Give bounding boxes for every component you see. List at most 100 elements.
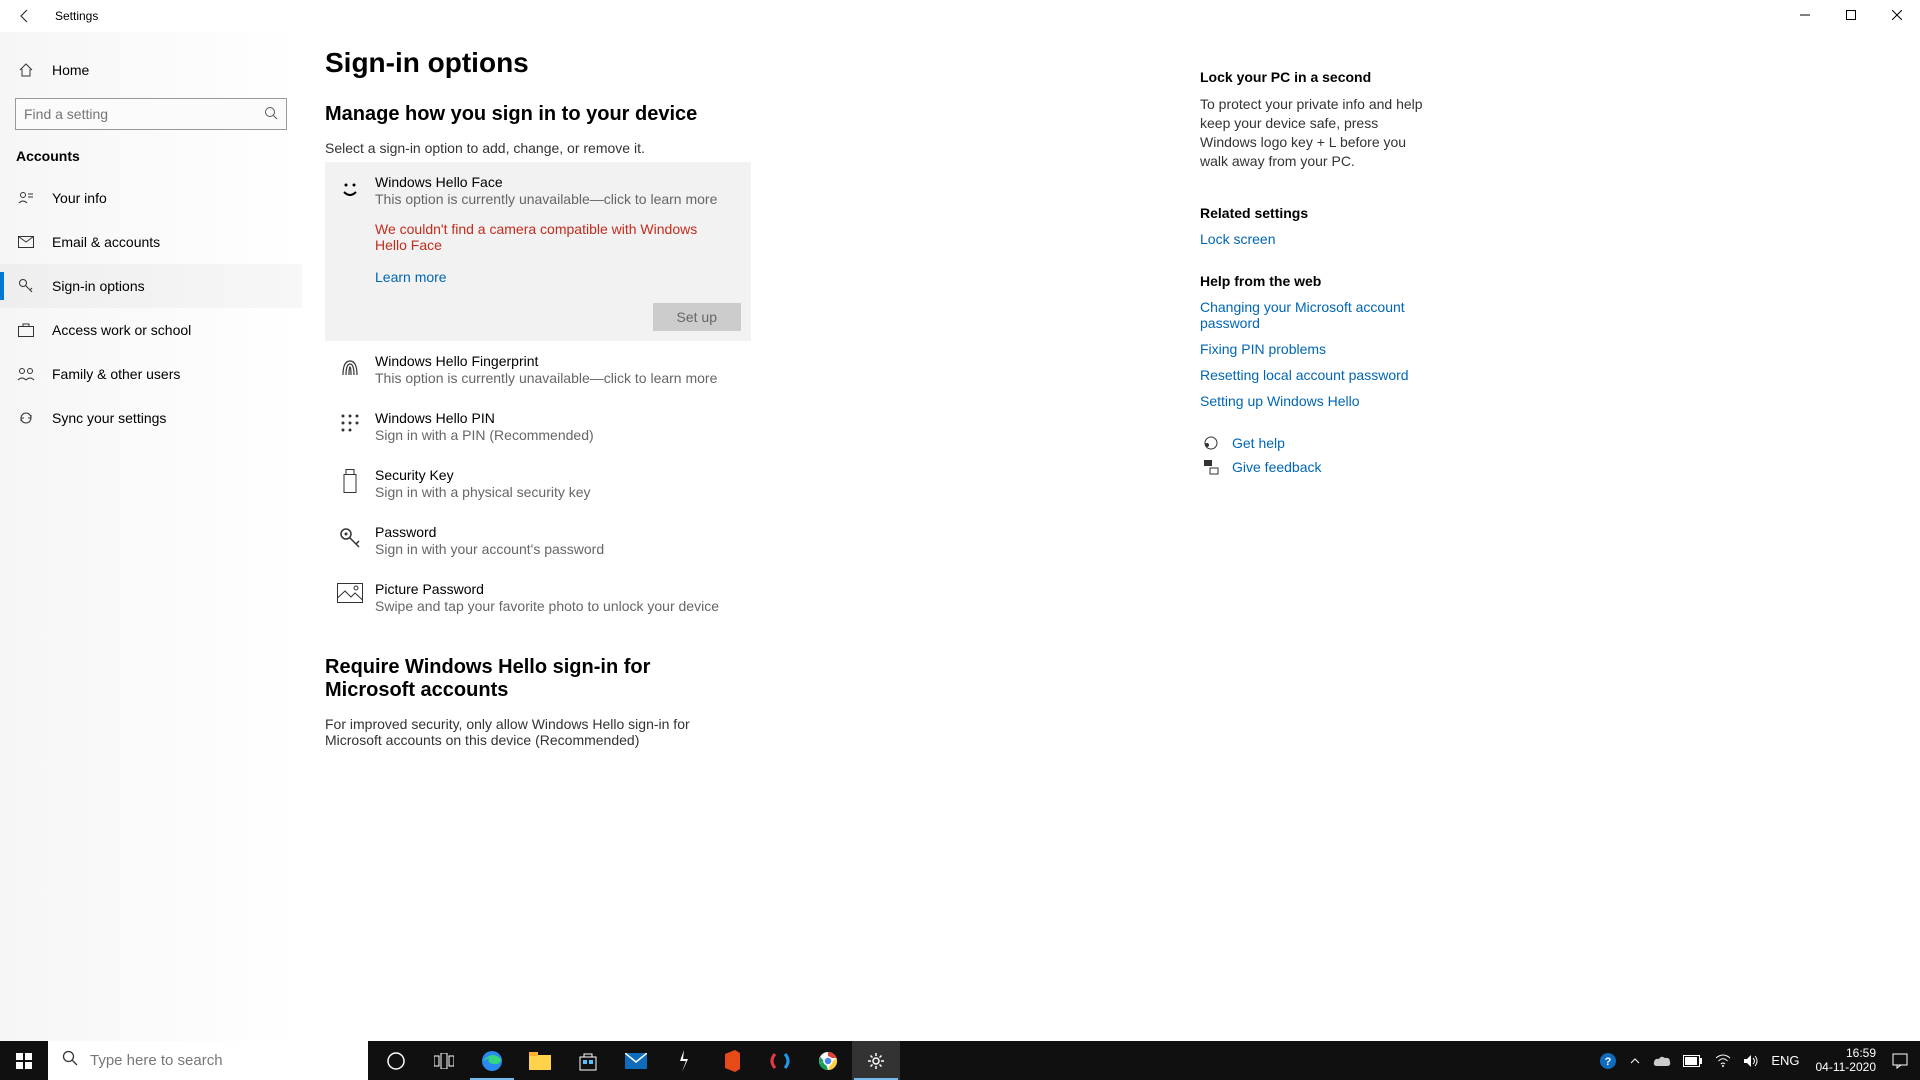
option-desc: This option is currently unavailable—cli…	[375, 191, 741, 207]
option-hello-pin[interactable]: Windows Hello PIN Sign in with a PIN (Re…	[325, 398, 755, 455]
app-icon-1[interactable]	[660, 1041, 708, 1080]
nav-label: Family & other users	[52, 366, 180, 382]
search-icon	[62, 1050, 78, 1071]
option-desc: Swipe and tap your favorite photo to unl…	[375, 598, 745, 614]
back-button[interactable]	[10, 1, 40, 31]
help-link-1[interactable]: Fixing PIN problems	[1200, 341, 1435, 357]
office-icon[interactable]	[708, 1041, 756, 1080]
rail-help-title: Help from the web	[1200, 273, 1435, 289]
tray-battery-icon[interactable]	[1677, 1041, 1709, 1080]
store-icon[interactable]	[564, 1041, 612, 1080]
tray-lang[interactable]: ENG	[1765, 1041, 1805, 1080]
user-icon	[16, 190, 36, 206]
window-title: Settings	[55, 9, 98, 23]
nav-label: Access work or school	[52, 322, 191, 338]
system-tray: ? ENG 16:59 04-11-2020	[1593, 1041, 1920, 1080]
option-hello-fingerprint[interactable]: Windows Hello Fingerprint This option is…	[325, 341, 755, 398]
option-hello-face[interactable]: Windows Hello Face This option is curren…	[325, 162, 751, 341]
sidebar-section: Accounts	[0, 148, 302, 164]
help-icon	[1200, 435, 1222, 451]
option-desc: This option is currently unavailable—cli…	[375, 370, 745, 386]
key-icon	[16, 278, 36, 294]
option-picture-password[interactable]: Picture Password Swipe and tap your favo…	[325, 569, 755, 626]
tray-volume-icon[interactable]	[1737, 1041, 1765, 1080]
link-lock-screen[interactable]: Lock screen	[1200, 231, 1435, 247]
search-settings[interactable]	[15, 98, 287, 130]
explorer-icon[interactable]	[516, 1041, 564, 1080]
maximize-button[interactable]	[1828, 0, 1874, 30]
nav-signin-options[interactable]: Sign-in options	[0, 264, 302, 308]
tray-onedrive-icon[interactable]	[1647, 1041, 1677, 1080]
tray-clock[interactable]: 16:59 04-11-2020	[1806, 1047, 1887, 1075]
tray-time: 16:59	[1816, 1047, 1877, 1061]
nav-label: Your info	[52, 190, 107, 206]
give-feedback-link[interactable]: Give feedback	[1232, 459, 1322, 475]
tray-chevron-icon[interactable]	[1623, 1041, 1647, 1080]
right-rail: Lock your PC in a second To protect your…	[1200, 47, 1435, 1041]
option-title: Windows Hello Fingerprint	[375, 353, 745, 369]
page-title: Sign-in options	[325, 47, 1085, 79]
nav-label: Email & accounts	[52, 234, 160, 250]
option-security-key[interactable]: Security Key Sign in with a physical sec…	[325, 455, 755, 512]
close-button[interactable]	[1874, 0, 1920, 30]
start-button[interactable]	[0, 1041, 48, 1080]
option-title: Password	[375, 524, 745, 540]
settings-app-icon[interactable]	[852, 1041, 900, 1080]
option-title: Picture Password	[375, 581, 745, 597]
tray-help-icon[interactable]: ?	[1593, 1041, 1623, 1080]
setup-button[interactable]: Set up	[653, 303, 741, 331]
mail-icon	[16, 236, 36, 248]
nav-access-work[interactable]: Access work or school	[0, 308, 302, 352]
nav-family-users[interactable]: Family & other users	[0, 352, 302, 396]
require-hello-title: Require Windows Hello sign-in for Micros…	[325, 656, 745, 702]
tray-date: 04-11-2020	[1816, 1061, 1877, 1075]
require-hello-desc: For improved security, only allow Window…	[325, 716, 745, 748]
taskbar-search-placeholder: Type here to search	[90, 1052, 223, 1069]
face-icon	[331, 174, 369, 202]
option-desc: Sign in with your account's password	[375, 541, 745, 557]
rail-lock-desc: To protect your private info and help ke…	[1200, 95, 1435, 171]
nav-label: Sync your settings	[52, 410, 166, 426]
chrome-icon[interactable]	[804, 1041, 852, 1080]
fingerprint-icon	[331, 353, 369, 386]
help-link-3[interactable]: Setting up Windows Hello	[1200, 393, 1435, 409]
taskbar: Type here to search ? ENG 16:59 04-11-20…	[0, 1041, 1920, 1080]
get-help-link[interactable]: Get help	[1232, 435, 1285, 451]
give-feedback-row[interactable]: Give feedback	[1200, 459, 1435, 475]
option-title: Security Key	[375, 467, 745, 483]
main: Sign-in options Manage how you sign in t…	[325, 32, 1920, 1041]
app-icon-2[interactable]	[756, 1041, 804, 1080]
search-input[interactable]	[24, 106, 264, 122]
nav-your-info[interactable]: Your info	[0, 176, 302, 220]
home-icon	[16, 62, 36, 78]
window-controls	[1782, 0, 1920, 30]
nav-sync-settings[interactable]: Sync your settings	[0, 396, 302, 440]
help-link-2[interactable]: Resetting local account password	[1200, 367, 1435, 383]
learn-more-link[interactable]: Learn more	[375, 269, 741, 285]
get-help-row[interactable]: Get help	[1200, 435, 1435, 451]
option-title: Windows Hello PIN	[375, 410, 745, 426]
nav-email-accounts[interactable]: Email & accounts	[0, 220, 302, 264]
task-view-icon[interactable]	[420, 1041, 468, 1080]
rail-lock-title: Lock your PC in a second	[1200, 69, 1435, 85]
taskbar-apps	[372, 1041, 900, 1080]
tray-notifications-icon[interactable]	[1886, 1041, 1914, 1080]
nav-home[interactable]: Home	[0, 50, 302, 90]
tray-wifi-icon[interactable]	[1709, 1041, 1737, 1080]
briefcase-icon	[16, 323, 36, 337]
mail-app-icon[interactable]	[612, 1041, 660, 1080]
taskbar-search[interactable]: Type here to search	[48, 1041, 368, 1080]
section-subtitle: Manage how you sign in to your device	[325, 103, 1085, 126]
help-link-0[interactable]: Changing your Microsoft account password	[1200, 299, 1435, 331]
option-desc: Sign in with a PIN (Recommended)	[375, 427, 745, 443]
option-password[interactable]: Password Sign in with your account's pas…	[325, 512, 755, 569]
edge-icon[interactable]	[468, 1041, 516, 1080]
people-icon	[16, 367, 36, 381]
minimize-button[interactable]	[1782, 0, 1828, 30]
cortana-icon[interactable]	[372, 1041, 420, 1080]
pin-icon	[331, 410, 369, 443]
nav-label: Sign-in options	[52, 278, 145, 294]
picture-icon	[331, 581, 369, 614]
content: Sign-in options Manage how you sign in t…	[325, 47, 1085, 1041]
instruction-text: Select a sign-in option to add, change, …	[325, 140, 1085, 156]
